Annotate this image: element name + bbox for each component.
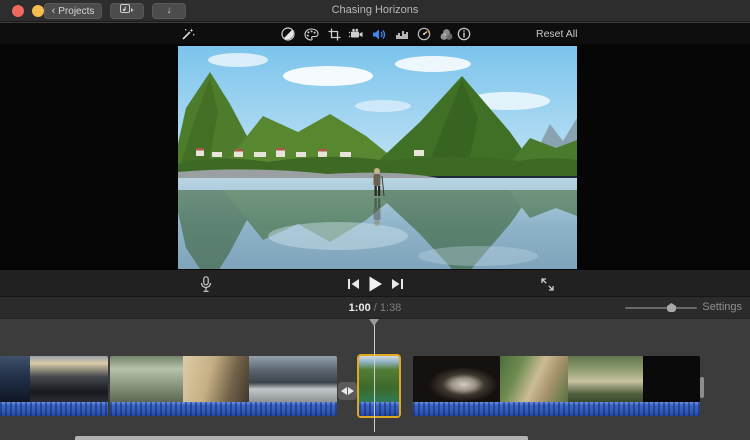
playback-bar xyxy=(0,269,750,297)
skip-forward-icon[interactable] xyxy=(390,277,404,291)
audio-waveform xyxy=(413,402,700,416)
microphone-icon[interactable] xyxy=(198,275,214,293)
audio-waveform xyxy=(110,402,337,416)
play-icon[interactable] xyxy=(366,275,384,293)
title-bar: ‹ Projects ↓ Chasing Horizons xyxy=(0,0,750,22)
minimize-button[interactable] xyxy=(32,5,44,17)
close-button[interactable] xyxy=(12,5,24,17)
info-icon[interactable] xyxy=(456,26,472,42)
clip-thumbnails xyxy=(359,356,399,402)
clip-cave-and-trail[interactable] xyxy=(413,356,700,416)
volume-speaker-icon[interactable] xyxy=(371,26,387,42)
transition-triangles-icon[interactable] xyxy=(338,382,357,400)
fullscreen-icon[interactable] xyxy=(540,277,554,291)
timeline-area[interactable] xyxy=(0,319,750,440)
clip-thumbnails xyxy=(110,356,337,402)
crop-icon[interactable] xyxy=(326,26,342,42)
current-time: 1:00 xyxy=(349,302,371,314)
thumbnail xyxy=(110,356,183,402)
import-button[interactable]: ↓ xyxy=(152,3,186,19)
clip-green-valley-selected[interactable] xyxy=(357,354,401,418)
noise-reduction-eq-icon[interactable] xyxy=(394,26,410,42)
auto-enhance-wand-icon[interactable] xyxy=(180,26,196,42)
skip-back-icon[interactable] xyxy=(346,277,360,291)
thumbnail xyxy=(249,356,337,402)
transition-left-triangle xyxy=(341,387,347,395)
projects-back-button[interactable]: ‹ Projects xyxy=(44,3,102,19)
video-frame[interactable] xyxy=(178,46,577,271)
vertical-scrollbar[interactable] xyxy=(700,377,704,398)
playhead-handle[interactable] xyxy=(369,319,379,326)
thumbnail xyxy=(30,356,108,402)
color-balance-icon[interactable] xyxy=(280,26,296,42)
clip-thumbnails xyxy=(413,356,700,402)
thumbnail xyxy=(643,356,700,402)
imovie-window: ‹ Projects ↓ Chasing Horizons xyxy=(0,0,750,440)
adjustments-toolbar: Reset All xyxy=(0,23,750,44)
settings-button[interactable]: Settings xyxy=(702,301,742,313)
timeline-header: 1:00 / 1:38 Settings xyxy=(0,297,750,319)
thumbnail xyxy=(413,356,500,402)
clip-filter-circles-icon[interactable] xyxy=(438,26,454,42)
speed-gauge-icon[interactable] xyxy=(416,26,432,42)
playhead-line[interactable] xyxy=(374,319,375,432)
back-chevron-icon: ‹ xyxy=(52,5,56,17)
import-down-arrow-icon: ↓ xyxy=(167,6,172,16)
audio-waveform xyxy=(0,402,108,416)
thumbnail xyxy=(568,356,643,402)
media-browser-button[interactable] xyxy=(110,3,144,19)
viewer-area xyxy=(0,44,750,269)
clip-river-boats-and-road[interactable] xyxy=(110,356,337,416)
clip-thumbnails xyxy=(0,356,108,402)
media-browser-icon xyxy=(120,4,134,18)
projects-label: Projects xyxy=(58,6,94,17)
color-correction-palette-icon[interactable] xyxy=(303,26,319,42)
total-time: 1:38 xyxy=(380,302,401,314)
time-separator: / xyxy=(374,302,377,314)
thumbnail xyxy=(500,356,568,402)
clip-dark-mountain-lake[interactable] xyxy=(0,356,108,416)
transition-right-triangle xyxy=(348,387,354,395)
thumbnail xyxy=(359,356,399,402)
audio-waveform xyxy=(359,402,399,416)
clip-size-slider[interactable] xyxy=(625,307,697,309)
thumbnail xyxy=(183,356,249,402)
horizontal-scrollbar[interactable] xyxy=(75,436,528,440)
reset-all-button[interactable]: Reset All xyxy=(536,28,577,40)
thumbnail xyxy=(0,356,30,402)
stabilization-camera-icon[interactable] xyxy=(348,26,364,42)
